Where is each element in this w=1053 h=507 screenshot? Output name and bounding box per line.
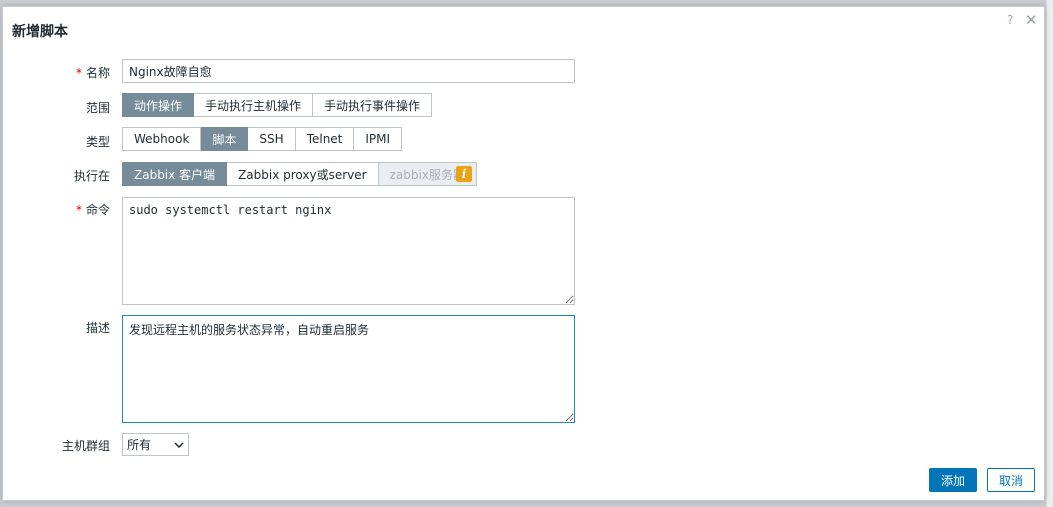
scope-option-manual-host[interactable]: 手动执行主机操作 xyxy=(194,93,314,117)
new-script-dialog: 新增脚本 ? ✕ *名称 范围 动作操作 手动执行主机操作 手动执行事件操作 类… xyxy=(2,6,1045,501)
name-label: * 名称 xyxy=(75,66,110,80)
type-option-webhook[interactable]: Webhook xyxy=(122,127,202,151)
execute-on-label: 执行在 xyxy=(73,169,110,183)
info-icon[interactable]: i xyxy=(456,166,472,182)
required-mark: * xyxy=(75,203,82,217)
required-mark: * xyxy=(75,66,82,80)
type-segmented-control: Webhook 脚本 SSH Telnet IPMI xyxy=(122,127,403,151)
host-group-select[interactable]: 所有 xyxy=(122,433,189,456)
execute-on-option-agent[interactable]: Zabbix 客户端 xyxy=(122,162,228,186)
command-label: * 命令 xyxy=(75,203,110,217)
scope-option-action[interactable]: 动作操作 xyxy=(122,93,195,117)
description-label: 描述 xyxy=(85,321,110,335)
execute-on-segmented-control: Zabbix 客户端 Zabbix proxy或server zabbix服务器 xyxy=(122,162,477,186)
scope-segmented-control: 动作操作 手动执行主机操作 手动执行事件操作 xyxy=(122,93,433,117)
scope-option-manual-event[interactable]: 手动执行事件操作 xyxy=(313,93,433,117)
type-option-telnet[interactable]: Telnet xyxy=(295,127,355,151)
description-textarea[interactable]: 发现远程主机的服务状态异常，自动重启服务 xyxy=(122,315,575,423)
close-icon[interactable]: ✕ xyxy=(1025,11,1038,29)
cancel-button[interactable]: 取消 xyxy=(987,468,1035,492)
type-option-script[interactable]: 脚本 xyxy=(201,127,249,151)
scope-label: 范围 xyxy=(85,101,110,115)
dialog-title: 新增脚本 xyxy=(12,24,68,40)
type-label: 类型 xyxy=(85,135,110,149)
host-group-value: 所有 xyxy=(127,438,152,452)
type-option-ipmi[interactable]: IPMI xyxy=(354,127,403,151)
name-input[interactable] xyxy=(122,59,575,83)
host-group-label: 主机群组 xyxy=(61,439,110,453)
type-option-ssh[interactable]: SSH xyxy=(248,127,296,151)
chevron-down-icon xyxy=(174,438,184,451)
execute-on-option-proxy-server[interactable]: Zabbix proxy或server xyxy=(227,162,379,186)
add-button[interactable]: 添加 xyxy=(929,468,977,492)
background-panel-edge xyxy=(1046,0,1053,507)
command-textarea[interactable]: sudo systemctl restart nginx xyxy=(122,197,575,305)
help-icon[interactable]: ? xyxy=(1007,13,1013,27)
